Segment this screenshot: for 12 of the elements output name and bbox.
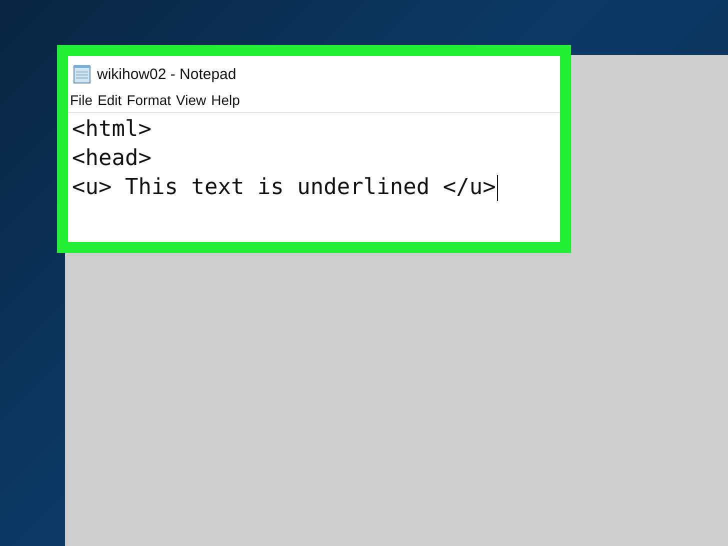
notepad-icon bbox=[71, 64, 93, 84]
menu-item[interactable]: Help bbox=[211, 92, 240, 108]
menu-item[interactable]: Edit bbox=[98, 92, 122, 108]
menu-item[interactable]: File bbox=[70, 92, 93, 108]
window-title: wikihow02 - Notepad bbox=[97, 66, 236, 82]
code-line: <html> bbox=[72, 116, 152, 144]
code-line: <head> bbox=[72, 145, 152, 173]
text-cursor bbox=[496, 174, 498, 200]
code-line: <u> This text is underlined </u> bbox=[72, 174, 496, 202]
text-area[interactable]: <html> <head> <u> This text is underlined </u> bbox=[68, 113, 560, 242]
menu-item[interactable]: View bbox=[176, 92, 206, 108]
menu-item[interactable]: Format bbox=[126, 92, 172, 108]
